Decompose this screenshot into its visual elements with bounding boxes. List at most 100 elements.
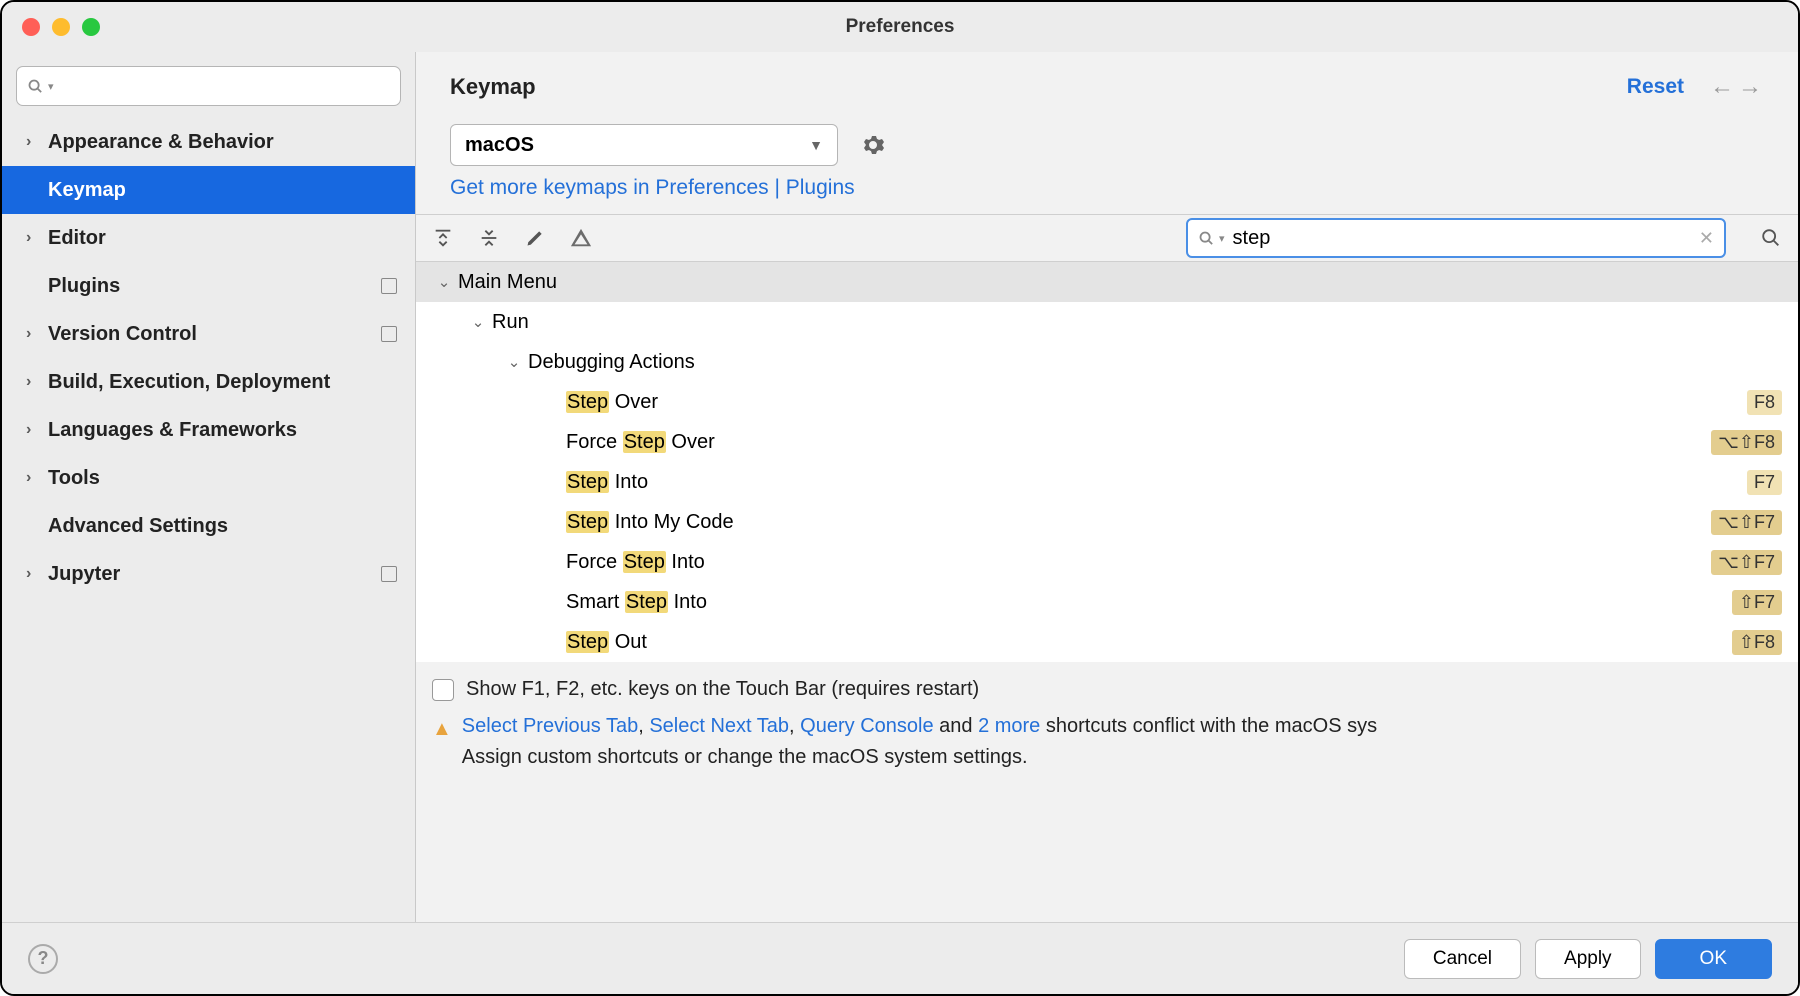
dialog-footer: ? Cancel Apply OK — [2, 922, 1798, 994]
action-label: Step Out — [566, 631, 1732, 654]
chevron-right-icon: › — [26, 421, 48, 439]
reset-button[interactable]: Reset — [1627, 75, 1684, 99]
back-icon[interactable]: ← — [1708, 73, 1736, 101]
chevron-down-icon: ▾ — [1219, 232, 1225, 245]
action-row[interactable]: Force Step Into⌥⇧F7 — [416, 542, 1798, 582]
action-label: Force Step Over — [566, 431, 1711, 454]
sidebar-item-jupyter[interactable]: ›Jupyter — [2, 550, 415, 598]
conflict-warning: ▲ Select Previous Tab, Select Next Tab, … — [432, 711, 1782, 773]
main-header: Keymap Reset ← → — [416, 52, 1798, 112]
touchbar-label: Show F1, F2, etc. keys on the Touch Bar … — [466, 678, 979, 701]
sidebar-item-label: Plugins — [48, 275, 381, 298]
action-search-input[interactable]: ▾ ✕ — [1186, 218, 1726, 258]
forward-icon[interactable]: → — [1736, 73, 1764, 101]
sidebar-item-advanced-settings[interactable]: ›Advanced Settings — [2, 502, 415, 550]
conflict-link[interactable]: Query Console — [800, 715, 933, 737]
chevron-down-icon: ⌄ — [430, 273, 458, 291]
page-title: Keymap — [450, 74, 1627, 100]
touchbar-option[interactable]: Show F1, F2, etc. keys on the Touch Bar … — [432, 672, 1782, 711]
sidebar-item-languages-frameworks[interactable]: ›Languages & Frameworks — [2, 406, 415, 454]
action-label: Step Into My Code — [566, 511, 1711, 534]
project-badge-icon — [381, 278, 397, 294]
action-row[interactable]: Smart Step Into⇧F7 — [416, 582, 1798, 622]
sidebar-item-tools[interactable]: ›Tools — [2, 454, 415, 502]
shortcut-label: ⇧F7 — [1732, 590, 1782, 615]
traffic-lights — [22, 18, 100, 36]
tree-group-debugging[interactable]: ⌄ Debugging Actions — [416, 342, 1798, 382]
apply-button[interactable]: Apply — [1535, 939, 1641, 979]
action-row[interactable]: Step Into My Code⌥⇧F7 — [416, 502, 1798, 542]
zoom-icon[interactable] — [82, 18, 100, 36]
chevron-right-icon: › — [26, 229, 48, 247]
sidebar-item-label: Appearance & Behavior — [48, 131, 397, 154]
shortcut-label: ⇧F8 — [1732, 630, 1782, 655]
warning-icon[interactable] — [568, 225, 594, 251]
sidebar-list: ›Appearance & Behavior›Keymap›Editor›Plu… — [2, 118, 415, 598]
window-body: ▾ ›Appearance & Behavior›Keymap›Editor›P… — [2, 52, 1798, 922]
tree-group-main-menu[interactable]: ⌄ Main Menu — [416, 262, 1798, 302]
sidebar-item-label: Advanced Settings — [48, 515, 397, 538]
conflict-link[interactable]: Select Previous Tab — [462, 715, 638, 737]
scheme-selected: macOS — [465, 134, 534, 157]
sidebar-item-label: Tools — [48, 467, 397, 490]
more-keymaps-link[interactable]: Get more keymaps in Preferences | Plugin… — [416, 172, 1798, 214]
ok-button[interactable]: OK — [1655, 939, 1772, 979]
chevron-down-icon: ⌄ — [500, 353, 528, 371]
tree-toolbar: ▾ ✕ — [416, 214, 1798, 262]
chevron-right-icon: › — [26, 565, 48, 583]
tree-group-run[interactable]: ⌄ Run — [416, 302, 1798, 342]
close-icon[interactable] — [22, 18, 40, 36]
project-badge-icon — [381, 566, 397, 582]
sidebar-item-version-control[interactable]: ›Version Control — [2, 310, 415, 358]
sidebar-item-keymap[interactable]: ›Keymap — [2, 166, 415, 214]
clear-icon[interactable]: ✕ — [1699, 228, 1714, 249]
options-area: Show F1, F2, etc. keys on the Touch Bar … — [416, 662, 1798, 783]
edit-icon[interactable] — [522, 225, 548, 251]
chevron-right-icon: › — [26, 373, 48, 391]
action-row[interactable]: Step Out⇧F8 — [416, 622, 1798, 662]
sidebar-item-editor[interactable]: ›Editor — [2, 214, 415, 262]
sidebar-item-label: Keymap — [48, 179, 397, 202]
chevron-down-icon: ▼ — [809, 137, 823, 153]
find-shortcut-icon[interactable] — [1758, 225, 1784, 251]
search-field[interactable] — [1229, 227, 1699, 250]
preferences-window: Preferences ▾ ›Appearance & Behavior›Key… — [0, 0, 1800, 996]
collapse-all-icon[interactable] — [476, 225, 502, 251]
shortcut-label: ⌥⇧F8 — [1711, 430, 1782, 455]
checkbox-icon[interactable] — [432, 679, 454, 701]
gear-icon[interactable] — [860, 132, 886, 158]
conflict-link[interactable]: Select Next Tab — [649, 715, 789, 737]
shortcut-label: ⌥⇧F7 — [1711, 510, 1782, 535]
sidebar: ▾ ›Appearance & Behavior›Keymap›Editor›P… — [2, 52, 416, 922]
sidebar-search[interactable]: ▾ — [16, 66, 401, 106]
conflict-text: Select Previous Tab, Select Next Tab, Qu… — [462, 711, 1377, 773]
sidebar-item-build-execution-deployment[interactable]: ›Build, Execution, Deployment — [2, 358, 415, 406]
sidebar-item-label: Languages & Frameworks — [48, 419, 397, 442]
action-row[interactable]: Step OverF8 — [416, 382, 1798, 422]
sidebar-item-label: Version Control — [48, 323, 381, 346]
project-badge-icon — [381, 326, 397, 342]
expand-all-icon[interactable] — [430, 225, 456, 251]
cancel-button[interactable]: Cancel — [1404, 939, 1521, 979]
chevron-right-icon: › — [26, 325, 48, 343]
action-row[interactable]: Force Step Over⌥⇧F8 — [416, 422, 1798, 462]
chevron-down-icon: ⌄ — [464, 313, 492, 331]
action-label: Step Over — [566, 391, 1747, 414]
scheme-combobox[interactable]: macOS ▼ — [450, 124, 838, 166]
sidebar-item-plugins[interactable]: ›Plugins — [2, 262, 415, 310]
window-title: Preferences — [846, 16, 955, 38]
warning-icon: ▲ — [432, 714, 452, 745]
sidebar-item-label: Editor — [48, 227, 397, 250]
titlebar: Preferences — [2, 2, 1798, 52]
action-row[interactable]: Step IntoF7 — [416, 462, 1798, 502]
help-icon[interactable]: ? — [28, 944, 58, 974]
shortcut-label: F7 — [1747, 470, 1782, 495]
action-label: Step Into — [566, 471, 1747, 494]
search-icon — [1198, 230, 1215, 247]
minimize-icon[interactable] — [52, 18, 70, 36]
sidebar-item-appearance-behavior[interactable]: ›Appearance & Behavior — [2, 118, 415, 166]
sidebar-item-label: Build, Execution, Deployment — [48, 371, 397, 394]
chevron-right-icon: › — [26, 469, 48, 487]
conflict-link[interactable]: 2 more — [978, 715, 1040, 737]
search-icon — [27, 78, 44, 95]
